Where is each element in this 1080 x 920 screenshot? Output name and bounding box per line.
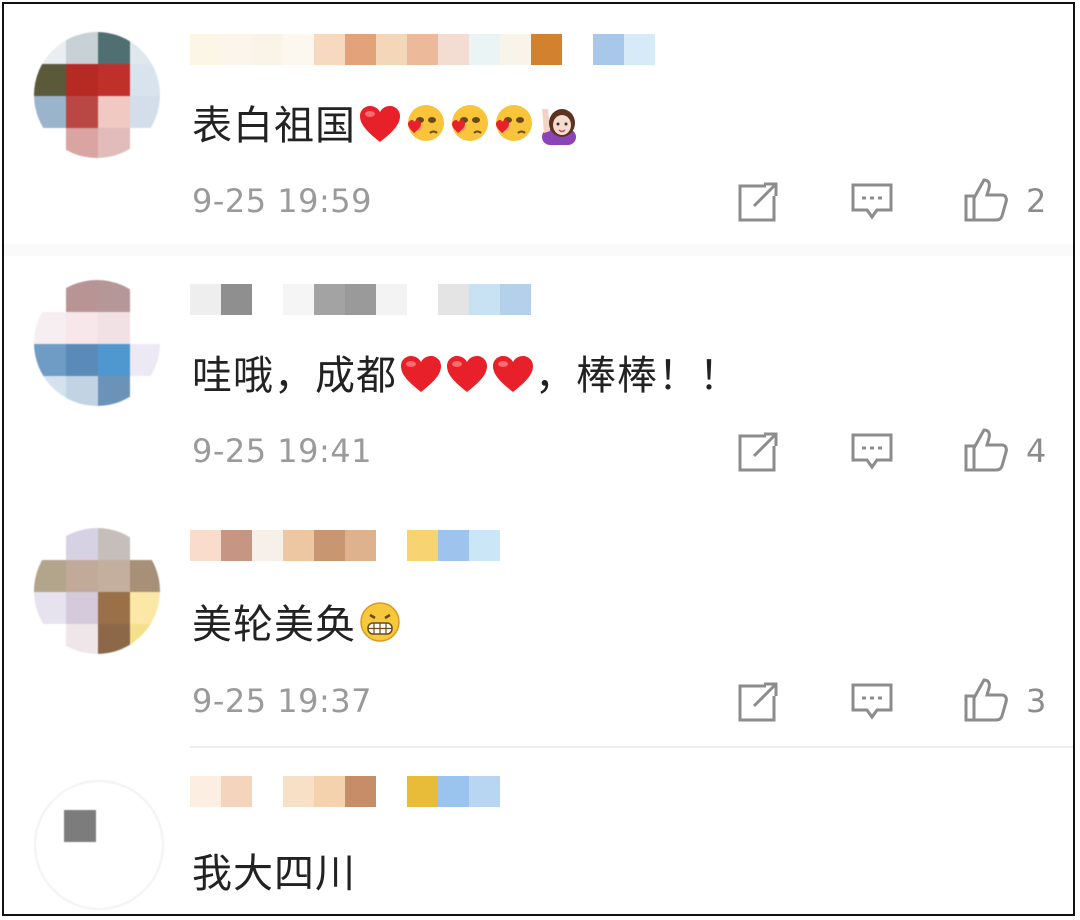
like-count: 3 [1026,682,1047,720]
red-heart-icon [358,105,402,156]
avatar[interactable] [34,32,160,158]
avatar[interactable] [34,780,164,910]
comment-list: 表白祖国 9-25 19:59 2 哇哦，成都 ，棒棒！！ 9-25 19:41… [2,2,1075,916]
like-count: 4 [1026,432,1047,470]
red-heart-icon [399,355,443,406]
comment-text-content: 美轮美奂 [192,602,356,648]
grinning-face-icon [358,600,402,655]
divider [4,244,1073,256]
comment-icon[interactable] [850,430,894,474]
thumbs-up-icon[interactable] [962,176,1008,222]
thumbs-up-icon[interactable] [962,676,1008,722]
timestamp: 9-25 19:37 [192,682,373,720]
comment-text-content: 哇哦，成都 [192,353,397,399]
comment-text-content: 表白祖国 [192,103,356,149]
comment-item: 表白祖国 9-25 19:59 2 [4,4,1073,256]
comment-item: 我大四川 [4,754,1073,914]
red-heart-icon [491,355,535,406]
comment-text: 表白祖国 [192,102,582,156]
raising-hand-woman-icon [536,103,582,156]
divider [190,746,1073,748]
timestamp: 9-25 19:41 [192,432,373,470]
repost-icon[interactable] [736,680,780,724]
comment-text: 哇哦，成都 ，棒棒！！ [192,352,740,406]
blush-heart-face-icon [492,103,534,156]
repost-icon[interactable] [736,180,780,224]
avatar[interactable] [34,280,160,406]
comment-text: 美轮美奂 [192,600,402,655]
comment-item: 哇哦，成都 ，棒棒！！ 9-25 19:41 4 [4,258,1073,508]
comment-icon[interactable] [850,180,894,224]
comment-icon[interactable] [850,680,894,724]
blush-heart-face-icon [404,103,446,156]
comment-text: 我大四川 [192,850,356,898]
avatar[interactable] [34,528,160,654]
red-heart-icon [445,355,489,406]
blush-heart-face-icon [448,103,490,156]
timestamp: 9-25 19:59 [192,182,373,220]
comment-text-content: 我大四川 [192,851,356,897]
comment-item: 美轮美奂 9-25 19:37 3 [4,504,1073,754]
comment-text-suffix: ，棒棒！！ [535,353,740,399]
like-count: 2 [1026,182,1047,220]
thumbs-up-icon[interactable] [962,426,1008,472]
repost-icon[interactable] [736,430,780,474]
